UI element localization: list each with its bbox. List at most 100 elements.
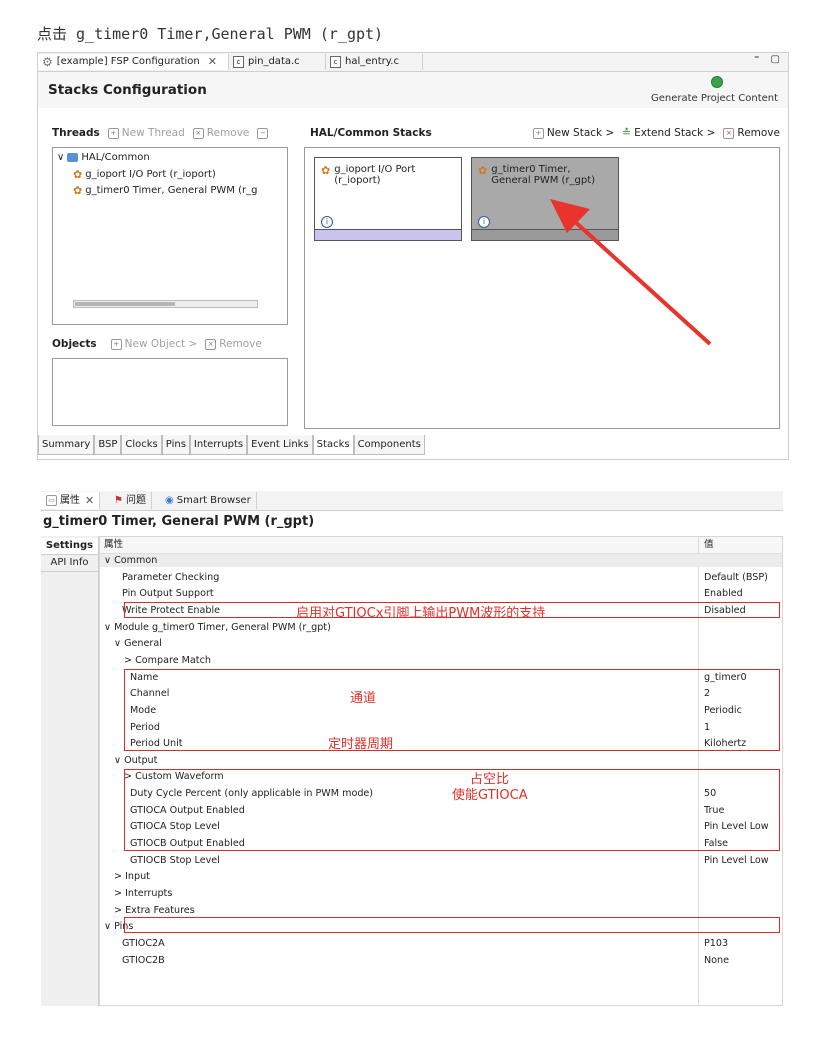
annotation-gtioca: 使能GTIOCA: [452, 788, 528, 803]
remove-icon: ×: [192, 127, 204, 139]
column-header-value: 值: [704, 539, 714, 550]
editor-tab-strip: ⚙ [example] FSP Configuration ✕ c pin_da…: [38, 53, 788, 72]
property-value[interactable]: Enabled: [704, 587, 743, 600]
close-icon[interactable]: ✕: [85, 492, 94, 509]
tab-problems[interactable]: ⚑ 问题: [109, 492, 152, 509]
close-icon[interactable]: ✕: [208, 54, 217, 70]
table-row[interactable]: ∨ Module g_timer0 Timer, General PWM (r_…: [100, 621, 782, 634]
tab-components[interactable]: Components: [353, 435, 425, 455]
scrollbar-thumb[interactable]: [75, 302, 175, 306]
objects-toolbar: Objects + New Object > × Remove: [52, 334, 292, 354]
tree-item-timer0[interactable]: ✿ g_timer0 Timer, General PWM (r_g: [73, 184, 257, 197]
smart-browser-icon: ◉: [165, 495, 174, 506]
remove-thread-button[interactable]: × Remove: [192, 127, 250, 139]
gear-icon: ⚙: [42, 55, 53, 69]
properties-view: ▭ 属性 ✕ ⚑ 问题 ◉ Smart Browser g_timer0 Tim…: [41, 491, 783, 1011]
tab-smart-browser[interactable]: ◉ Smart Browser: [160, 492, 257, 509]
highlight-gtioc2a: [124, 917, 780, 933]
extend-icon: ≛: [622, 127, 632, 139]
threads-toolbar: Threads + New Thread × Remove −: [52, 123, 292, 143]
remove-stack-button[interactable]: × Remove: [723, 127, 780, 139]
extend-stack-button[interactable]: ≛ Extend Stack >: [622, 127, 715, 139]
new-stack-button[interactable]: + New Stack >: [532, 127, 615, 139]
property-value[interactable]: Default (BSP): [704, 571, 768, 584]
property-value[interactable]: P103: [704, 937, 728, 950]
tree-item-hal-common[interactable]: ∨ HAL/Common: [57, 152, 150, 163]
table-row[interactable]: > Compare Match: [100, 654, 782, 667]
chevron-down-icon: ∨: [57, 152, 65, 163]
table-header: 属性 值: [100, 537, 782, 554]
tab-stacks[interactable]: Stacks: [312, 435, 354, 455]
properties-side-tabs: Settings API Info: [41, 536, 99, 1006]
property-name: ∨ Common: [104, 555, 158, 566]
tab-settings[interactable]: Settings: [41, 538, 98, 555]
property-name: > Extra Features: [114, 904, 195, 916]
tab-api-info[interactable]: API Info: [41, 555, 98, 572]
table-row[interactable]: > Interrupts: [100, 887, 782, 900]
tab-summary[interactable]: Summary: [38, 435, 95, 455]
tab-event-links[interactable]: Event Links: [247, 435, 313, 455]
objects-title: Objects: [52, 338, 97, 350]
table-row[interactable]: Pin Output Support Enabled: [100, 587, 782, 600]
tab-label: hal_entry.c: [345, 56, 399, 67]
highlight-general-settings: [124, 669, 780, 751]
stacks-config-header: Stacks Configuration Generate Project Co…: [38, 72, 788, 108]
stacks-canvas: ✿ g_ioport I/O Port (r_ioport) i ✿ g_tim…: [304, 147, 780, 429]
remove-label: Remove: [737, 127, 780, 139]
extend-stack-label: Extend Stack >: [634, 127, 716, 139]
property-name: > Input: [114, 871, 150, 883]
page-title: Stacks Configuration: [48, 82, 207, 98]
table-row[interactable]: ∨ General: [100, 637, 782, 650]
threads-tree: ∨ HAL/Common ✿ g_ioport I/O Port (r_iopo…: [52, 147, 288, 325]
tab-label: pin_data.c: [248, 56, 300, 67]
tab-fsp-configuration[interactable]: ⚙ [example] FSP Configuration ✕: [38, 54, 229, 70]
tab-clocks[interactable]: Clocks: [121, 435, 162, 455]
table-row[interactable]: > Input: [100, 870, 782, 883]
collapse-icon[interactable]: −: [257, 127, 269, 139]
table-row[interactable]: GTIOCB Stop Level Pin Level Low: [100, 854, 782, 867]
module-icon: ✿: [73, 184, 83, 197]
bottom-tabs: Summary BSP Clocks Pins Interrupts Event…: [38, 435, 425, 455]
table-row[interactable]: GTIOC2A P103: [100, 937, 782, 950]
table-row[interactable]: GTIOC2B None: [100, 954, 782, 967]
table-row[interactable]: > Extra Features: [100, 904, 782, 917]
new-object-button[interactable]: + New Object >: [110, 338, 197, 350]
annotation-period: 定时器周期: [328, 737, 394, 752]
tree-item-ioport[interactable]: ✿ g_ioport I/O Port (r_ioport): [73, 168, 216, 181]
tab-properties[interactable]: ▭ 属性 ✕: [41, 492, 101, 509]
tab-bsp[interactable]: BSP: [94, 435, 122, 455]
property-name: > Interrupts: [114, 888, 173, 899]
tab-pins[interactable]: Pins: [161, 435, 190, 455]
annotation-arrow: [550, 199, 712, 346]
window-controls[interactable]: ⁼ ▢: [754, 54, 784, 65]
generate-icon[interactable]: [711, 76, 723, 88]
tab-pin-data[interactable]: c pin_data.c: [229, 54, 326, 70]
properties-tab-strip: ▭ 属性 ✕ ⚑ 问题 ◉ Smart Browser: [41, 491, 783, 511]
properties-table: 属性 值 ∨ Common Parameter Checking Default (…: [99, 536, 783, 1006]
fsp-configuration-window: ⚙ [example] FSP Configuration ✕ c pin_da…: [37, 52, 789, 460]
caption: 点击 g_timer0 Timer,General PWM (r_gpt): [37, 25, 384, 43]
generate-project-content-button[interactable]: Generate Project Content: [651, 93, 778, 104]
properties-title: g_timer0 Timer, General PWM (r_gpt): [43, 514, 315, 529]
property-name: ∨ General: [114, 638, 162, 650]
new-stack-label: New Stack >: [546, 127, 615, 139]
table-row[interactable]: Parameter Checking Default (BSP): [100, 571, 782, 584]
tab-hal-entry[interactable]: c hal_entry.c: [326, 54, 423, 70]
remove-label: Remove: [206, 127, 250, 139]
property-name: Pin Output Support: [122, 588, 214, 600]
annotation-pin-output: 启用对GTIOCx引脚上输出PWM波形的支持: [296, 606, 546, 621]
table-row[interactable]: ∨ Output: [100, 754, 782, 767]
horizontal-scrollbar[interactable]: [73, 300, 258, 308]
module-icon: ✿: [73, 168, 83, 181]
property-value[interactable]: None: [704, 954, 729, 967]
new-thread-button[interactable]: + New Thread: [107, 127, 185, 139]
column-header-property: 属性: [104, 539, 124, 550]
remove-object-button[interactable]: × Remove: [205, 338, 262, 350]
property-value[interactable]: Pin Level Low: [704, 854, 769, 867]
property-name: ∨ Module g_timer0 Timer, General PWM (r_…: [104, 621, 331, 633]
table-row[interactable]: ∨ Common: [100, 554, 782, 567]
tab-interrupts[interactable]: Interrupts: [189, 435, 248, 455]
objects-list: [52, 358, 288, 426]
arrow-shaft: [571, 218, 712, 346]
new-icon: +: [110, 338, 122, 350]
